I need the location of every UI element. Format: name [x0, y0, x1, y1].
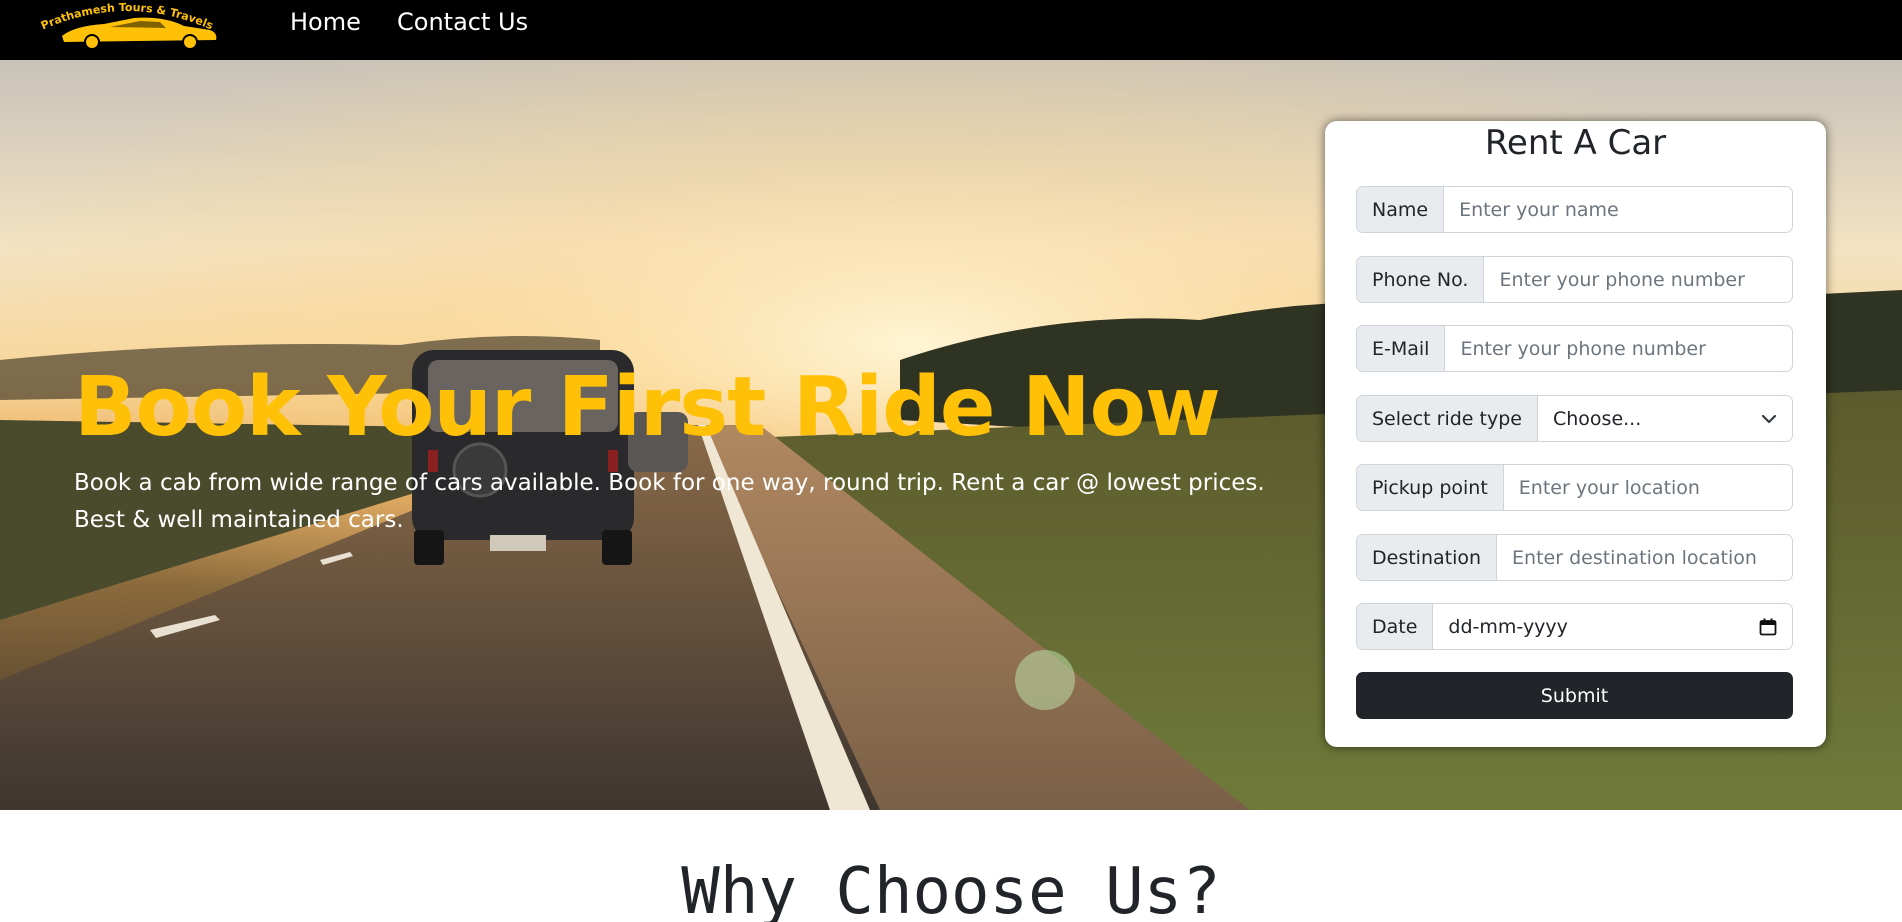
pickup-input[interactable]: Enter your location [1504, 465, 1792, 510]
logo[interactable]: Prathamesh Tours & Travels [14, 0, 240, 52]
destination-input[interactable]: Enter destination location [1497, 535, 1792, 580]
email-input[interactable]: Enter your phone number [1445, 326, 1792, 371]
calendar-icon[interactable] [1759, 618, 1777, 636]
ride-type-select[interactable]: Choose... [1538, 396, 1792, 441]
submit-button[interactable]: Submit [1356, 672, 1793, 719]
phone-label: Phone No. [1357, 257, 1485, 302]
name-label: Name [1357, 187, 1445, 232]
pickup-input-group: Pickup point Enter your location [1356, 464, 1793, 511]
name-input-group: Name Enter your name [1356, 186, 1793, 233]
date-label: Date [1357, 604, 1434, 649]
nav-home-link[interactable]: Home [290, 8, 361, 36]
ride-type-group: Select ride type Choose... [1356, 395, 1793, 442]
pickup-label: Pickup point [1357, 465, 1504, 510]
ride-type-label: Select ride type [1357, 396, 1538, 441]
email-label: E-Mail [1357, 326, 1446, 371]
hero-subtitle: Book a cab from wide range of cars avail… [74, 470, 1265, 533]
why-choose-us-heading: Why Choose Us? [681, 855, 1221, 922]
chevron-down-icon [1761, 414, 1777, 423]
date-value: dd-mm-yyyy [1448, 615, 1568, 638]
navbar: Prathamesh Tours & Travels Home Contact … [0, 0, 1902, 60]
ride-type-value: Choose... [1552, 407, 1642, 430]
date-input-group: Date dd-mm-yyyy [1356, 603, 1793, 650]
phone-input-group: Phone No. Enter your phone number [1356, 256, 1793, 303]
date-input[interactable]: dd-mm-yyyy [1433, 604, 1792, 649]
destination-label: Destination [1357, 535, 1498, 580]
name-input[interactable]: Enter your name [1444, 187, 1792, 232]
phone-input[interactable]: Enter your phone number [1484, 257, 1792, 302]
hero-title: Book Your First Ride Now [74, 360, 1221, 455]
nav-contact-link[interactable]: Contact Us [397, 8, 528, 36]
destination-input-group: Destination Enter destination location [1356, 534, 1793, 581]
email-input-group: E-Mail Enter your phone number [1356, 325, 1793, 372]
form-title: Rent A Car [1484, 123, 1667, 163]
rent-car-form: Rent A Car Name Enter your name Phone No… [1325, 121, 1826, 747]
